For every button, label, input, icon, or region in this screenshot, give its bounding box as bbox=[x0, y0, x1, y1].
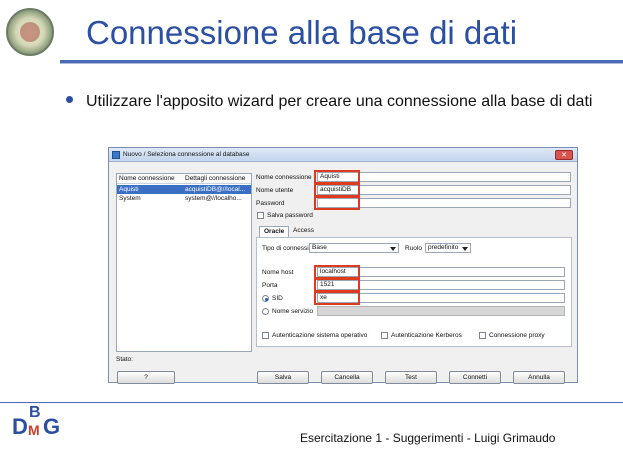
sid-label: SID bbox=[272, 295, 283, 302]
nome-servizio-input[interactable] bbox=[317, 306, 565, 316]
dbmg-logo: D B M G bbox=[12, 404, 72, 450]
highlight-sid bbox=[314, 291, 360, 305]
column-header-details: Dettagli connessione bbox=[185, 175, 246, 182]
tipo-connessione-value: Base bbox=[312, 244, 327, 251]
list-item-name: Aquisti bbox=[119, 186, 139, 193]
bullet-icon bbox=[66, 96, 73, 103]
database-icon bbox=[112, 151, 120, 159]
host-label: Nome host bbox=[262, 269, 294, 276]
title-divider-shadow bbox=[60, 63, 623, 64]
nome-utente-label: Nome utente bbox=[256, 187, 294, 194]
auth-kerberos-label: Autenticazione Kerberos bbox=[391, 332, 462, 339]
close-icon[interactable]: ✕ bbox=[555, 150, 573, 160]
highlight-nome-utente bbox=[314, 183, 360, 197]
salva-password-checkbox[interactable] bbox=[257, 212, 264, 219]
dbmg-letter-b: B bbox=[29, 404, 41, 421]
sid-radio[interactable] bbox=[262, 295, 269, 302]
slide: Connessione alla base di dati Utilizzare… bbox=[0, 0, 623, 462]
proxy-label: Connessione proxy bbox=[489, 332, 545, 339]
seal-emblem bbox=[20, 22, 40, 42]
ruolo-select[interactable]: predefinito bbox=[425, 243, 471, 253]
list-item-name: System bbox=[119, 195, 141, 202]
status-label: Stato: bbox=[116, 356, 133, 363]
slide-title: Connessione alla base di dati bbox=[86, 14, 518, 51]
oracle-panel: Tipo di connessione Base Ruolo predefini… bbox=[256, 237, 572, 347]
test-button[interactable]: Test bbox=[385, 371, 437, 384]
dbmg-letter-m: M bbox=[28, 422, 40, 438]
tab-access[interactable]: Access bbox=[289, 226, 318, 237]
nome-servizio-radio[interactable] bbox=[262, 308, 269, 315]
ruolo-value: predefinito bbox=[428, 244, 459, 251]
salva-password-label: Salva password bbox=[267, 212, 313, 219]
auth-kerberos-checkbox[interactable] bbox=[381, 332, 388, 339]
list-item-details: system@//localho... bbox=[185, 195, 242, 202]
nome-servizio-label: Nome servizio bbox=[272, 308, 314, 315]
dbmg-letter-d: D bbox=[12, 414, 28, 439]
list-item[interactable]: System system@//localho... bbox=[117, 194, 251, 203]
help-button[interactable]: ? bbox=[117, 371, 175, 384]
list-item[interactable]: Aquisti acquistiDB@//local... bbox=[117, 185, 251, 194]
auth-so-checkbox[interactable] bbox=[262, 332, 269, 339]
list-header: Nome connessione Dettagli connessione bbox=[117, 174, 251, 184]
footer-divider bbox=[0, 402, 623, 403]
highlight-porta bbox=[314, 278, 360, 292]
ruolo-label: Ruolo bbox=[405, 245, 422, 252]
dbmg-letter-g: G bbox=[43, 414, 61, 439]
nome-connessione-label: Nome connessione bbox=[256, 174, 312, 181]
bullet-text: Utilizzare l'apposito wizard per creare … bbox=[86, 93, 593, 110]
footer-text: Esercitazione 1 - Suggerimenti - Luigi G… bbox=[300, 431, 556, 445]
tab-oracle[interactable]: Oracle bbox=[259, 226, 290, 237]
column-header-name: Nome connessione bbox=[119, 175, 175, 182]
auth-so-label: Autenticazione sistema operativo bbox=[272, 332, 368, 339]
highlight-password bbox=[314, 196, 360, 210]
highlight-nome-connessione bbox=[314, 170, 360, 184]
chevron-down-icon bbox=[462, 247, 468, 251]
cancella-button[interactable]: Cancella bbox=[321, 371, 373, 384]
salva-button[interactable]: Salva bbox=[257, 371, 309, 384]
proxy-checkbox[interactable] bbox=[479, 332, 486, 339]
porta-label: Porta bbox=[262, 282, 278, 289]
university-seal-logo bbox=[6, 8, 54, 56]
tipo-connessione-select[interactable]: Base bbox=[309, 243, 399, 253]
list-item-details: acquistiDB@//local... bbox=[185, 186, 246, 193]
connections-list[interactable]: Nome connessione Dettagli connessione Aq… bbox=[116, 173, 252, 352]
highlight-host bbox=[314, 265, 360, 279]
annulla-button[interactable]: Annulla bbox=[513, 371, 565, 384]
password-label: Password bbox=[256, 200, 285, 207]
connection-dialog: Nuovo / Seleziona connessione al databas… bbox=[108, 147, 578, 384]
chevron-down-icon bbox=[390, 247, 396, 251]
connetti-button[interactable]: Connetti bbox=[449, 371, 501, 384]
dialog-title: Nuovo / Seleziona connessione al databas… bbox=[123, 151, 250, 158]
dialog-titlebar: Nuovo / Seleziona connessione al databas… bbox=[109, 148, 577, 162]
